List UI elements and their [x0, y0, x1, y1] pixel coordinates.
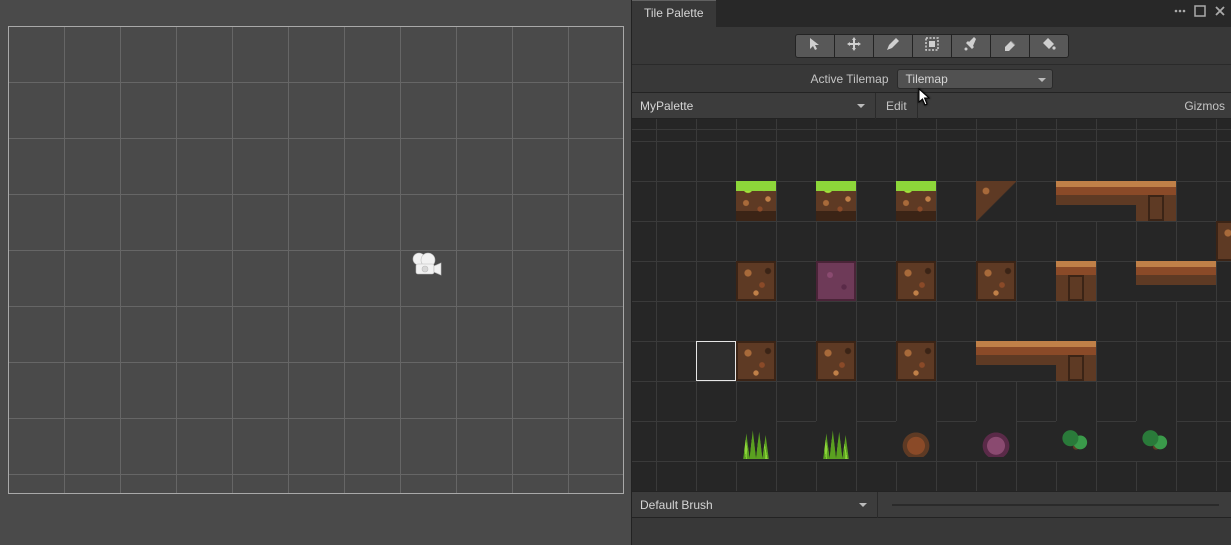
platform-post-tile[interactable] [1056, 341, 1096, 381]
grass-plant-tile[interactable] [816, 421, 856, 461]
footer-row [632, 517, 1231, 545]
dirt-corner-tile[interactable] [976, 181, 1016, 221]
scene-view[interactable] [0, 0, 631, 545]
platform-tile[interactable] [1096, 181, 1136, 221]
gizmos-button[interactable]: Gizmos [1184, 93, 1225, 119]
active-tilemap-label: Active Tilemap [810, 72, 888, 86]
active-tilemap-value: Tilemap [906, 72, 948, 86]
eraser-tool-button[interactable] [990, 34, 1030, 58]
platform-post-tile[interactable] [1136, 181, 1176, 221]
paint-icon [885, 36, 901, 55]
tile-palette-panel: Tile Palette Active Tilemap Tilemap MyPa… [631, 0, 1231, 545]
dirt-tile[interactable] [816, 341, 856, 381]
edit-button[interactable]: Edit [876, 93, 918, 119]
close-icon[interactable] [1213, 4, 1227, 18]
platform-tile[interactable] [1056, 181, 1096, 221]
camera-gizmo-icon[interactable] [408, 250, 444, 278]
tile-tools-toolbar [632, 27, 1231, 65]
eraser-icon [1002, 36, 1018, 55]
bush-tile[interactable] [1056, 421, 1096, 461]
active-tilemap-dropdown[interactable]: Tilemap [897, 69, 1053, 89]
platform-post-tile[interactable] [1056, 261, 1096, 301]
picker-icon [963, 36, 979, 55]
dirt-tile[interactable] [896, 341, 936, 381]
platform-tile[interactable] [1176, 261, 1216, 301]
fill-icon [1041, 36, 1057, 55]
purple-rock-tile[interactable] [976, 421, 1016, 461]
tile-canvas[interactable] [632, 119, 1231, 491]
grass-plant-tile[interactable] [736, 421, 776, 461]
purple-tile[interactable] [816, 261, 856, 301]
dirt-edge-tile[interactable] [1216, 221, 1231, 261]
fill-tool-button[interactable] [1029, 34, 1069, 58]
tab-bar: Tile Palette [632, 0, 1231, 27]
platform-tile[interactable] [1016, 341, 1056, 381]
paint-tool-button[interactable] [873, 34, 913, 58]
tab-tile-palette[interactable]: Tile Palette [632, 0, 716, 27]
box-fill-icon [924, 36, 940, 55]
tile-selection[interactable] [696, 341, 736, 381]
brush-row: Default Brush [632, 491, 1231, 517]
scene-grid[interactable] [8, 26, 624, 494]
brush-value: Default Brush [640, 498, 713, 512]
cursor-icon [918, 88, 932, 106]
box-fill-tool-button[interactable] [912, 34, 952, 58]
bush-tile[interactable] [1136, 421, 1176, 461]
brush-dropdown[interactable]: Default Brush [632, 492, 878, 518]
maximize-icon[interactable] [1193, 4, 1207, 18]
grass-dirt-tile[interactable] [896, 181, 936, 221]
dirt-tile[interactable] [976, 261, 1016, 301]
rock-tile[interactable] [896, 421, 936, 461]
kebab-menu-icon[interactable] [1173, 4, 1187, 18]
dirt-tile[interactable] [736, 261, 776, 301]
grass-dirt-tile[interactable] [816, 181, 856, 221]
picker-tool-button[interactable] [951, 34, 991, 58]
brush-slider[interactable] [892, 504, 1219, 506]
platform-tile[interactable] [1136, 261, 1176, 301]
move-icon [846, 36, 862, 55]
palette-value: MyPalette [640, 99, 693, 113]
select-tool-button[interactable] [795, 34, 835, 58]
select-icon [807, 36, 823, 55]
grass-dirt-tile[interactable] [736, 181, 776, 221]
move-tool-button[interactable] [834, 34, 874, 58]
dirt-tile[interactable] [736, 341, 776, 381]
dirt-tile[interactable] [896, 261, 936, 301]
platform-tile[interactable] [976, 341, 1016, 381]
palette-dropdown[interactable]: MyPalette [632, 93, 876, 119]
